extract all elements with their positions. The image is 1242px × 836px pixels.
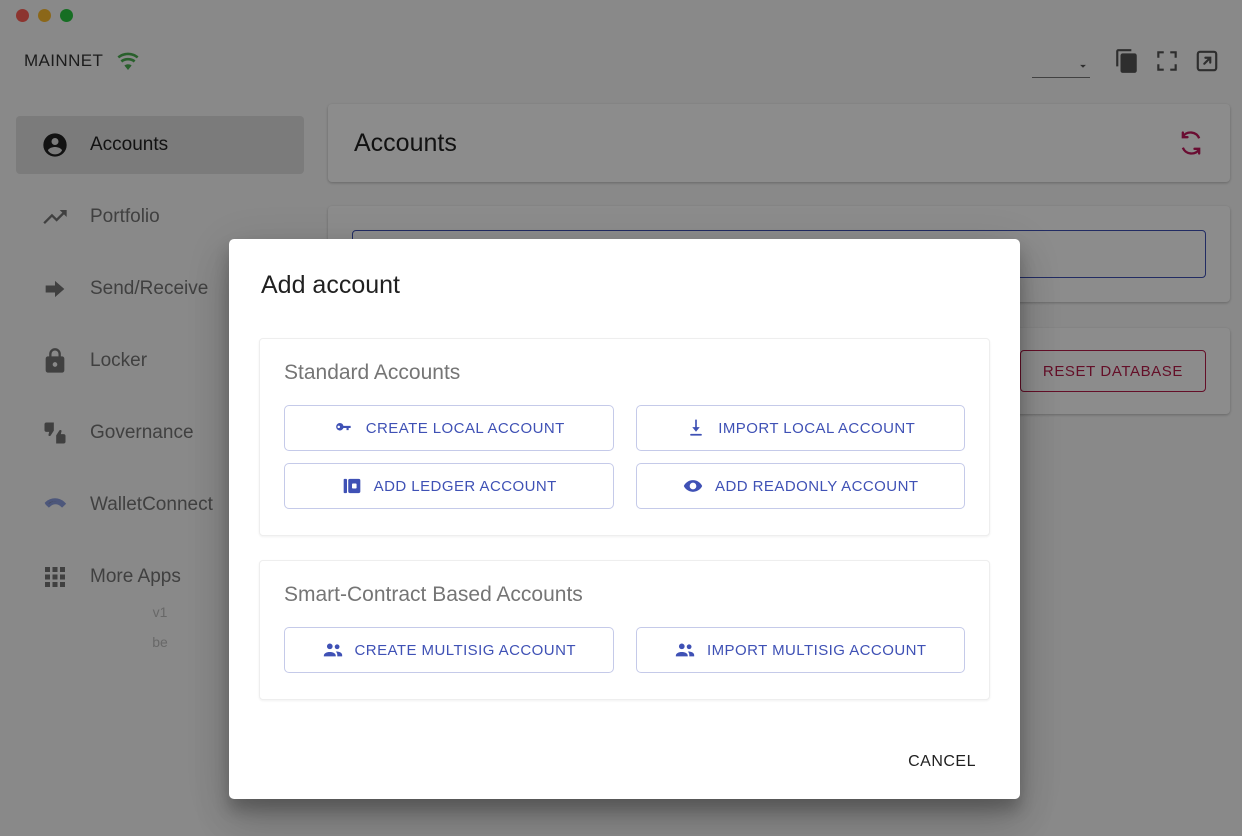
add-readonly-account-button[interactable]: ADD READONLY ACCOUNT (635, 463, 965, 509)
add-ledger-account-button[interactable]: ADD LEDGER ACCOUNT (284, 463, 614, 509)
key-icon (333, 417, 355, 439)
button-label: CREATE MULTISIG ACCOUNT (354, 641, 576, 659)
add-account-dialog: Add account Standard Accounts CREATE LOC… (229, 239, 1020, 799)
standard-accounts-group: Standard Accounts CREATE LOCAL ACCOUNT I… (259, 338, 990, 536)
create-multisig-account-button[interactable]: CREATE MULTISIG ACCOUNT (284, 627, 614, 673)
smart-contract-accounts-buttons: CREATE MULTISIG ACCOUNT IMPORT MULTISIG … (284, 627, 965, 673)
button-label: IMPORT LOCAL ACCOUNT (718, 419, 916, 437)
eye-icon (682, 475, 704, 497)
create-local-account-button[interactable]: CREATE LOCAL ACCOUNT (284, 405, 614, 451)
button-label: CREATE LOCAL ACCOUNT (365, 419, 565, 437)
group-title: Standard Accounts (284, 361, 461, 384)
people-group-icon (322, 639, 344, 661)
import-multisig-account-button[interactable]: IMPORT MULTISIG ACCOUNT (635, 627, 965, 673)
button-label: ADD LEDGER ACCOUNT (373, 477, 557, 495)
standard-accounts-buttons: CREATE LOCAL ACCOUNT IMPORT LOCAL ACCOUN… (284, 405, 965, 509)
smart-contract-accounts-group: Smart-Contract Based Accounts CREATE MUL… (259, 560, 990, 700)
import-local-account-button[interactable]: IMPORT LOCAL ACCOUNT (635, 405, 965, 451)
download-icon (685, 417, 707, 439)
button-label: ADD READONLY ACCOUNT (715, 477, 919, 495)
dialog-title: Add account (261, 271, 400, 299)
dialog-actions: CANCEL (259, 743, 990, 799)
ledger-wallet-icon (341, 475, 363, 497)
button-label: IMPORT MULTISIG ACCOUNT (706, 641, 927, 659)
group-title: Smart-Contract Based Accounts (284, 583, 583, 606)
cancel-button[interactable]: CANCEL (896, 743, 988, 781)
people-group-icon (674, 639, 696, 661)
